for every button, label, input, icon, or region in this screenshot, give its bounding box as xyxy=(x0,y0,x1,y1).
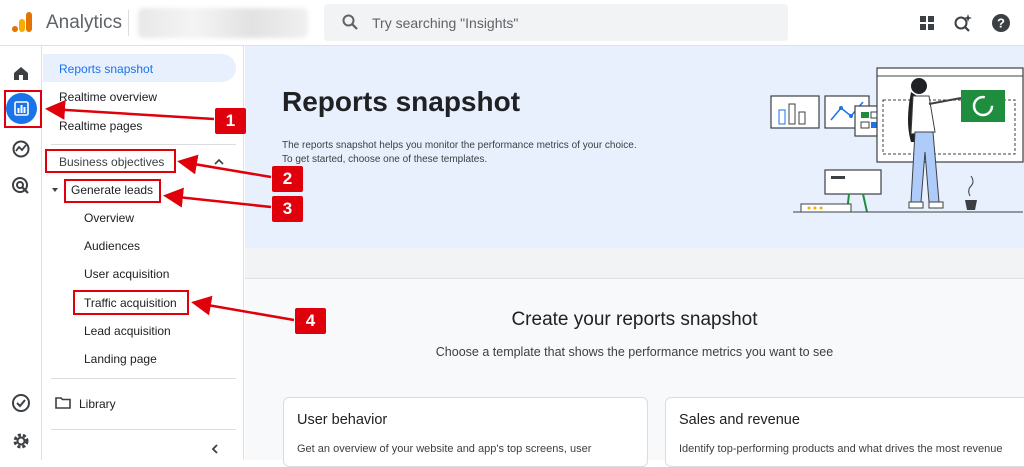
hero-description-line: To get started, choose one of these temp… xyxy=(282,154,488,165)
search-box[interactable] xyxy=(324,4,788,41)
hero-description: The reports snapshot helps you monitor t… xyxy=(282,139,682,167)
main-content: Reports snapshot The reports snapshot he… xyxy=(245,46,1024,467)
folder-icon xyxy=(55,397,71,409)
nav-item-library[interactable]: Library xyxy=(79,397,116,411)
nav-divider xyxy=(51,378,236,379)
account-selector[interactable] xyxy=(138,8,308,38)
home-icon[interactable] xyxy=(10,62,32,84)
collapse-chevron-left-icon[interactable] xyxy=(209,443,221,455)
app-title: Analytics xyxy=(46,12,123,33)
hero-banner: Reports snapshot The reports snapshot he… xyxy=(245,46,1024,248)
chevron-up-icon[interactable] xyxy=(213,156,225,168)
reports-nav: Reports snapshot Realtime overview Realt… xyxy=(43,46,244,460)
nav-item-realtime-pages[interactable]: Realtime pages xyxy=(59,119,142,133)
snapshot-templates-panel: Create your reports snapshot Choose a te… xyxy=(245,278,1024,467)
nav-divider xyxy=(51,144,236,145)
card-title: User behavior xyxy=(297,412,388,428)
analytics-logo[interactable] xyxy=(10,10,34,34)
nav-item-landing-page[interactable]: Landing page xyxy=(84,352,157,366)
panel-subtitle: Choose a template that shows the perform… xyxy=(435,345,834,359)
card-title: Sales and revenue xyxy=(679,412,800,428)
annotation-box-generate-leads xyxy=(64,179,161,203)
nav-item-lead-acquisition[interactable]: Lead acquisition xyxy=(84,324,171,338)
admin-check-icon[interactable] xyxy=(10,392,32,414)
panel-title: Create your reports snapshot xyxy=(511,309,758,330)
help-icon[interactable]: ? xyxy=(990,12,1012,34)
apps-grid-icon[interactable] xyxy=(916,12,938,34)
annotation-badge-4: 4 xyxy=(295,308,326,334)
header-divider xyxy=(128,10,129,36)
hero-illustration xyxy=(770,67,1024,213)
advertising-icon[interactable] xyxy=(10,175,32,197)
card-description: Get an overview of your website and app'… xyxy=(297,443,592,455)
annotation-box-traffic-acquisition xyxy=(73,290,189,315)
search-input[interactable] xyxy=(372,12,772,34)
annotation-box-reports xyxy=(4,90,42,128)
search-icon xyxy=(342,14,358,30)
page-title: Reports snapshot xyxy=(282,86,521,117)
nav-item-audiences[interactable]: Audiences xyxy=(84,239,140,253)
nav-item-realtime-overview[interactable]: Realtime overview xyxy=(59,90,157,104)
annotation-box-business-objectives xyxy=(45,149,176,173)
explore-icon[interactable] xyxy=(10,138,32,160)
caret-down-icon[interactable] xyxy=(51,186,59,194)
annotation-badge-3: 3 xyxy=(272,196,303,222)
insights-sparkle-icon[interactable] xyxy=(952,12,974,34)
settings-gear-icon[interactable] xyxy=(10,430,32,452)
template-card-user-behavior[interactable]: User behavior Get an overview of your we… xyxy=(283,397,648,467)
annotation-badge-2: 2 xyxy=(272,166,303,192)
nav-item-reports-snapshot[interactable]: Reports snapshot xyxy=(59,62,153,76)
hero-description-line: The reports snapshot helps you monitor t… xyxy=(282,140,637,151)
card-description: Identify top-performing products and wha… xyxy=(679,443,1003,455)
svg-text:?: ? xyxy=(997,16,1005,31)
top-bar: Analytics ? xyxy=(0,0,1024,46)
nav-divider xyxy=(51,429,236,430)
nav-item-user-acquisition[interactable]: User acquisition xyxy=(84,267,169,281)
nav-item-overview[interactable]: Overview xyxy=(84,211,134,225)
annotation-badge-1: 1 xyxy=(215,108,246,134)
template-card-sales-and-revenue[interactable]: Sales and revenue Identify top-performin… xyxy=(665,397,1024,467)
